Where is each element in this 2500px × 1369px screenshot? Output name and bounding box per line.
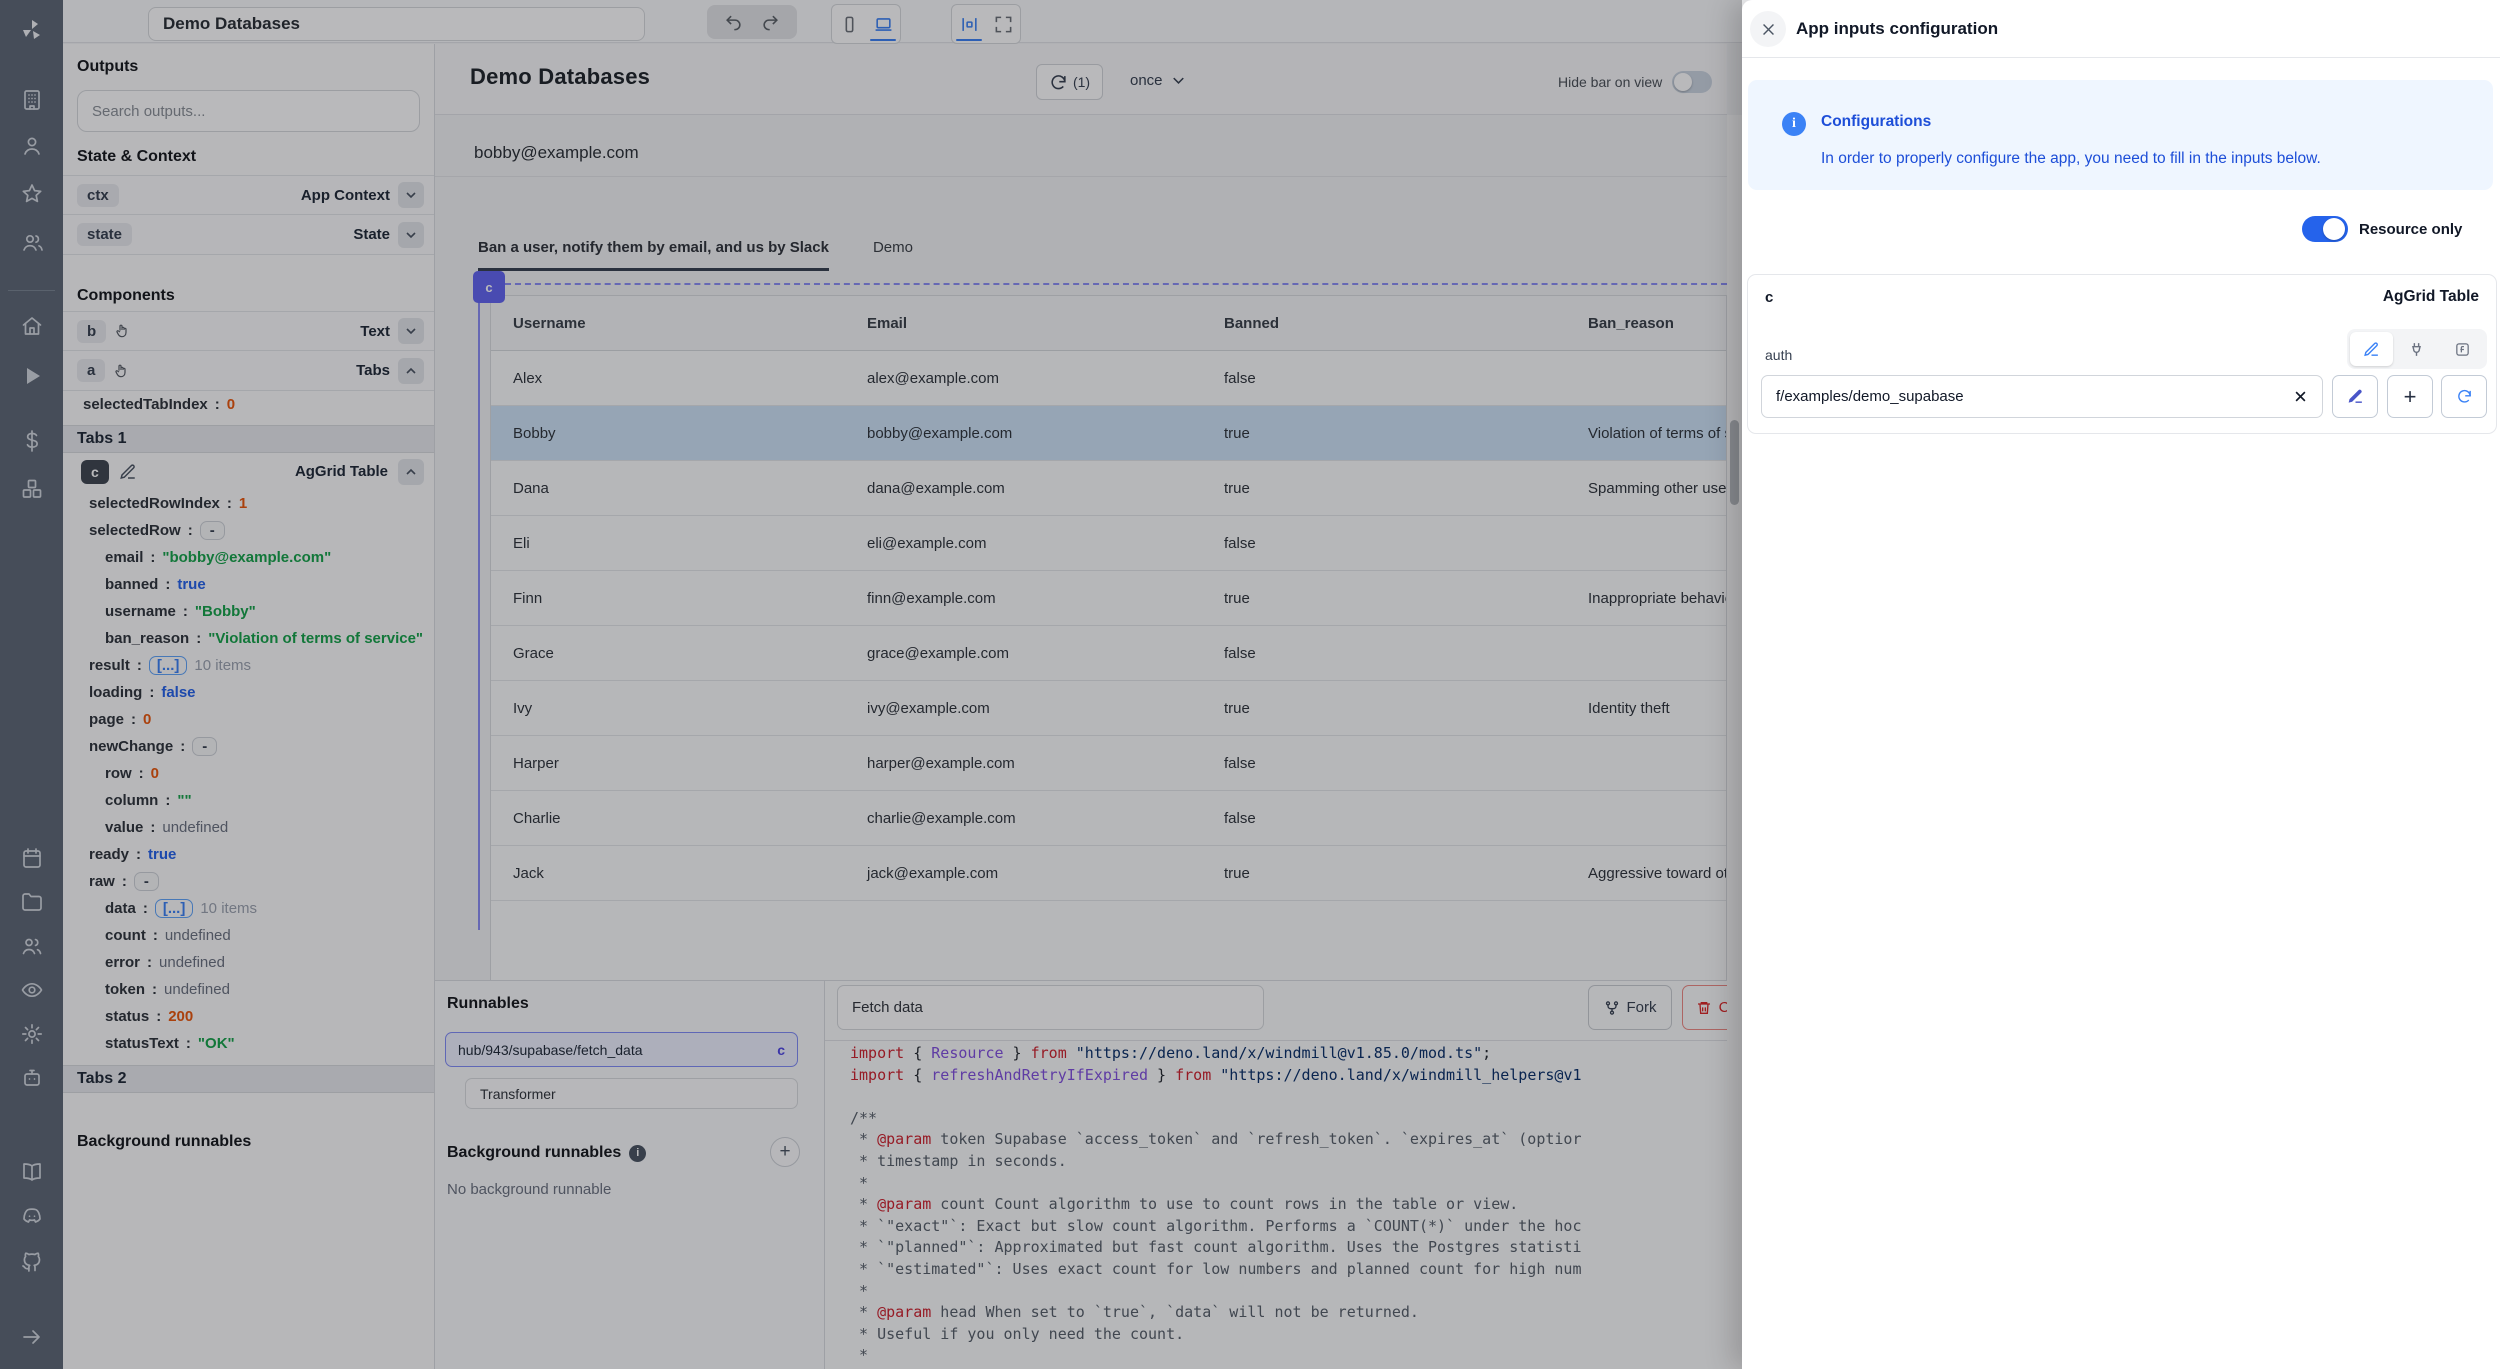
- pencil-icon: [2363, 341, 2380, 358]
- resource-only-toggle[interactable]: [2302, 216, 2348, 242]
- component-id: c: [1765, 289, 1773, 306]
- info-title: Configurations: [1821, 113, 1931, 131]
- close-icon: [1760, 21, 1777, 38]
- drawer-title: App inputs configuration: [1796, 19, 1998, 39]
- static-input-mode-button[interactable]: [2350, 332, 2393, 366]
- auth-field-label: auth: [1765, 347, 1792, 363]
- app-root: Demo Databases Demo Databases (1) once H…: [0, 0, 2500, 1369]
- component-input-card: c AgGrid Table auth f/examples/demo_supa…: [1747, 274, 2497, 434]
- refresh-icon: [2456, 388, 2473, 405]
- refresh-resource-button[interactable]: [2441, 375, 2487, 418]
- configurations-info-box: i Configurations In order to properly co…: [1748, 80, 2493, 190]
- drawer-divider: [1742, 57, 2500, 58]
- input-mode-segmented-control: [2347, 329, 2487, 369]
- info-body: In order to properly configure the app, …: [1821, 150, 2321, 168]
- close-button[interactable]: [1750, 11, 1786, 47]
- app-inputs-drawer: App inputs configuration i Configuration…: [1742, 0, 2500, 1369]
- component-type: AgGrid Table: [2383, 288, 2479, 306]
- info-icon: i: [1782, 112, 1806, 136]
- resource-only-control: Resource only: [2302, 216, 2462, 242]
- plug-icon: [2408, 341, 2425, 358]
- pencil-icon: [2347, 388, 2364, 405]
- edit-resource-button[interactable]: [2332, 375, 2378, 418]
- auth-resource-value: f/examples/demo_supabase: [1776, 388, 1964, 405]
- connect-input-mode-button[interactable]: [2395, 332, 2438, 366]
- resource-only-label: Resource only: [2359, 221, 2462, 238]
- eval-input-mode-button[interactable]: [2441, 332, 2484, 366]
- modal-overlay[interactable]: [0, 0, 1742, 1369]
- clear-value-icon[interactable]: [2293, 389, 2308, 404]
- function-icon: [2454, 341, 2471, 358]
- add-resource-button[interactable]: +: [2387, 375, 2433, 418]
- auth-resource-input[interactable]: f/examples/demo_supabase: [1761, 375, 2323, 418]
